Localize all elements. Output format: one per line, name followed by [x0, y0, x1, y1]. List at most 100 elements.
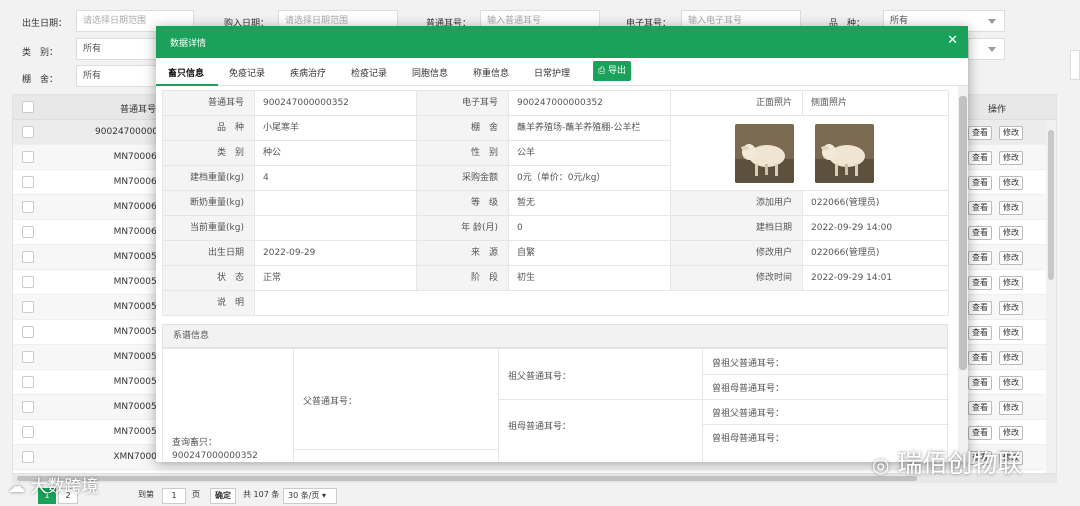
per-page-value: 30 条/页: [288, 491, 320, 500]
tab-immunization[interactable]: 免疫记录: [229, 66, 265, 79]
created-value: 2022-09-29 14:00: [803, 216, 949, 241]
tab-daily-care[interactable]: 日常护理: [534, 66, 570, 79]
row-checkbox[interactable]: [22, 326, 34, 338]
grade-value: 暂无: [509, 191, 671, 216]
grandmother-label: 祖母普通耳号：: [508, 422, 572, 432]
row-checkbox[interactable]: [22, 451, 34, 463]
row-checkbox[interactable]: [22, 201, 34, 213]
photo-block: [671, 116, 949, 191]
category-value: 种公: [255, 141, 417, 166]
modified-time-value: 2022-09-29 14:01: [803, 266, 949, 291]
goto-confirm-button[interactable]: 确定: [210, 488, 236, 504]
view-button[interactable]: 查看: [968, 201, 992, 215]
view-button[interactable]: 查看: [968, 151, 992, 165]
row-checkbox[interactable]: [22, 126, 34, 138]
sex-value: 公羊: [509, 141, 671, 166]
view-button[interactable]: 查看: [968, 226, 992, 240]
row-checkbox[interactable]: [22, 276, 34, 288]
edit-button[interactable]: 修改: [999, 276, 1023, 290]
pen-select[interactable]: 所有: [76, 65, 158, 87]
view-button[interactable]: 查看: [968, 176, 992, 190]
pen-select-value: 所有: [83, 71, 102, 81]
edit-button[interactable]: 修改: [999, 251, 1023, 265]
view-button[interactable]: 查看: [968, 351, 992, 365]
view-button[interactable]: 查看: [968, 326, 992, 340]
row-checkbox[interactable]: [22, 226, 34, 238]
wechat-icon: ◎: [872, 453, 890, 477]
status-value: 正常: [255, 266, 417, 291]
edit-button[interactable]: 修改: [999, 351, 1023, 365]
goto-page-input[interactable]: 1: [162, 488, 186, 504]
total-count: 共 107 条: [243, 490, 280, 499]
view-button[interactable]: 查看: [968, 376, 992, 390]
edit-button[interactable]: 修改: [999, 151, 1023, 165]
row-checkbox[interactable]: [22, 351, 34, 363]
edit-button[interactable]: 修改: [999, 126, 1023, 140]
created-label: 建档日期: [671, 216, 803, 241]
grid-vertical-scrollbar[interactable]: [1046, 120, 1056, 473]
view-button[interactable]: 查看: [968, 126, 992, 140]
close-icon[interactable]: ✕: [947, 33, 958, 48]
row-checkbox[interactable]: [22, 301, 34, 313]
purchase-label: 采购金额: [417, 166, 509, 191]
tab-siblings[interactable]: 同胞信息: [412, 66, 448, 79]
edit-button[interactable]: 修改: [999, 401, 1023, 415]
note-value: [255, 291, 949, 316]
side-photo[interactable]: [815, 124, 874, 183]
watermark-right: ◎ 瑞佰创物联: [872, 444, 1022, 480]
edit-button[interactable]: 修改: [999, 326, 1023, 340]
edit-button[interactable]: 修改: [999, 301, 1023, 315]
edit-button[interactable]: 修改: [999, 201, 1023, 215]
row-checkbox[interactable]: [22, 251, 34, 263]
category-label: 类 别：: [22, 48, 59, 58]
pedigree-table: 查询畜只：900247000000352 父普通耳号： 祖父普通耳号： 祖母普通…: [162, 348, 949, 462]
detail-table: 普通耳号 900247000000352 电子耳号 90024700000035…: [162, 90, 949, 316]
front-photo[interactable]: [735, 124, 794, 183]
per-page-select[interactable]: 30 条/页 ▾: [283, 488, 337, 504]
watermark-left: ☁ 大数跨境: [8, 472, 98, 497]
tab-disease-treatment[interactable]: 疾病治疗: [290, 66, 326, 79]
edit-button[interactable]: 修改: [999, 426, 1023, 440]
edit-button[interactable]: 修改: [999, 176, 1023, 190]
ggm-label-2: 曾祖母普通耳号：: [712, 434, 785, 444]
weight-value: 4: [255, 166, 417, 191]
edit-button[interactable]: 修改: [999, 376, 1023, 390]
category-select[interactable]: 所有: [76, 38, 158, 60]
select-all-checkbox[interactable]: [22, 101, 34, 113]
birth-label: 出生日期: [163, 241, 255, 266]
cloud-icon: ☁: [8, 477, 25, 497]
watermark-left-text: 大数跨境: [30, 477, 99, 497]
father-label: 父普通耳号：: [303, 397, 358, 407]
export-button[interactable]: ⎙ 导出: [593, 61, 631, 81]
right-edge-button[interactable]: [1070, 50, 1080, 80]
view-button[interactable]: 查看: [968, 401, 992, 415]
tab-livestock-info[interactable]: 畜只信息: [168, 66, 204, 79]
view-button[interactable]: 查看: [968, 276, 992, 290]
pen-label: 棚 舍：: [22, 75, 59, 85]
stage-value: 初生: [509, 266, 671, 291]
modal-tabs: 畜只信息 免疫记录 疾病治疗 检疫记录 同胞信息 称重信息 日常护理 ⎙ 导出: [156, 58, 968, 86]
row-checkbox[interactable]: [22, 151, 34, 163]
edit-button[interactable]: 修改: [999, 226, 1023, 240]
wean-value: [255, 191, 417, 216]
chevron-down-icon: [988, 19, 996, 24]
ear-tag-label: 普通耳号: [163, 91, 255, 116]
front-photo-label: 正面照片: [671, 91, 803, 116]
ear-tag-value: 900247000000352: [255, 91, 417, 116]
tab-weighing[interactable]: 称重信息: [473, 66, 509, 79]
modal-scrollbar[interactable]: [958, 86, 968, 462]
pagination: 1 2 到第 1 页 确定 共 107 条 30 条/页 ▾: [0, 484, 1080, 506]
row-checkbox[interactable]: [22, 426, 34, 438]
view-button[interactable]: 查看: [968, 301, 992, 315]
modified-time-label: 修改时间: [671, 266, 803, 291]
modified-by-value: 022066(管理员): [803, 241, 949, 266]
row-checkbox[interactable]: [22, 376, 34, 388]
view-button[interactable]: 查看: [968, 251, 992, 265]
added-by-label: 添加用户: [671, 191, 803, 216]
tab-quarantine[interactable]: 检疫记录: [351, 66, 387, 79]
row-checkbox[interactable]: [22, 401, 34, 413]
extra-select[interactable]: [968, 38, 1005, 60]
view-button[interactable]: 查看: [968, 426, 992, 440]
source-label: 来 源: [417, 241, 509, 266]
row-checkbox[interactable]: [22, 176, 34, 188]
